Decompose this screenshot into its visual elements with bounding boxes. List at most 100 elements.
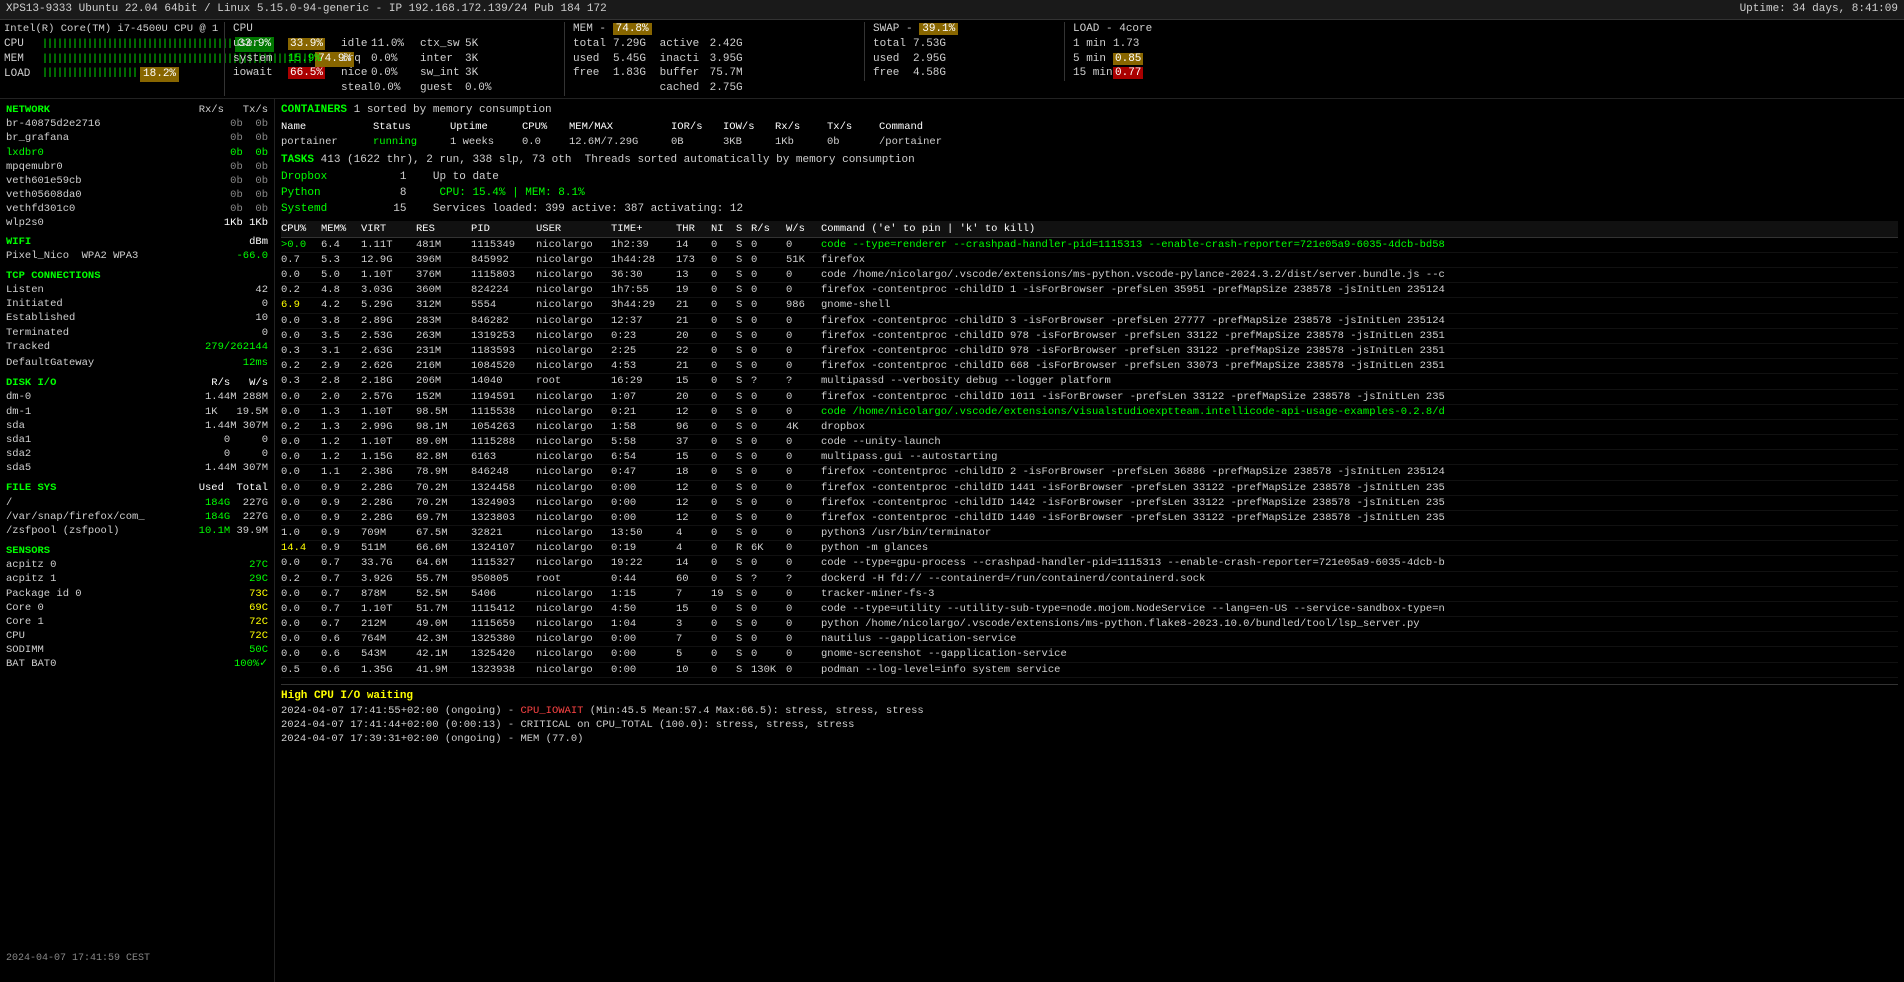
swap-stats-section: SWAP - 39.1% total7.53G used2.95G free4.…	[864, 22, 1064, 81]
process-row-23: 0.0 0.7 878M 52.5M 5406 nicolargo 1:15 7…	[281, 587, 1898, 602]
wifi-title: WIFI	[6, 235, 31, 249]
alerts-section: High CPU I/O waiting 2024-04-07 17:41:55…	[281, 684, 1898, 746]
cpu-info-section: Intel(R) Core(TM) i7-4500U CPU @ 1.80GHz…	[4, 22, 224, 82]
tcp-gateway: DefaultGateway 12ms	[6, 356, 268, 370]
tcp-tracked: Tracked279/262144	[6, 340, 268, 354]
tcp-terminated: Terminated0	[6, 326, 268, 340]
mem-buffer: 75.7M	[710, 67, 743, 79]
process-row-0: >0.0 6.4 1.11T 481M 1115349 nicolargo 1h…	[281, 238, 1898, 253]
containers-section: CONTAINERS 1 sorted by memory consumptio…	[281, 103, 1898, 149]
sensor-core0: Core 069C	[6, 601, 268, 615]
container-row-portainer: portainer running 1 weeks 0.0 12.6M/7.29…	[281, 135, 1898, 149]
cpu-bar: ||||||||||||||||||||||||||||||||||||||	[42, 38, 232, 52]
sensor-sodimm: SODIMM50C	[6, 643, 268, 657]
tasks-title: TASKS	[281, 154, 314, 166]
sensor-pkg0: Package id 073C	[6, 587, 268, 601]
process-row-10: 0.0 2.0 2.57G 152M 1194591 nicolargo 1:0…	[281, 390, 1898, 405]
net-row-5: veth601e59cb0b 0b	[6, 174, 268, 188]
net-row-2: br_grafana0b 0b	[6, 131, 268, 145]
process-row-28: 0.5 0.6 1.35G 41.9M 1323938 nicolargo 0:…	[281, 663, 1898, 678]
load-cores: 4core	[1119, 23, 1152, 35]
sensor-bat: BAT BAT0100%✓	[6, 657, 268, 671]
sensor-acpitz0: acpitz 027C	[6, 558, 268, 572]
tcp-section: TCP CONNECTIONS Listen42 Initiated0 Esta…	[6, 269, 268, 370]
net-row-6: veth05608da00b 0b	[6, 188, 268, 202]
process-row-8: 0.2 2.9 2.62G 216M 1084520 nicolargo 4:5…	[281, 359, 1898, 374]
net-row-4: mpqemubr00b 0b	[6, 160, 268, 174]
cpu-steal: 0.0%	[374, 82, 400, 94]
net-row-8: wlp2s01Kb 1Kb	[6, 216, 268, 230]
net-row-7: vethfd301c00b 0b	[6, 202, 268, 216]
mem-stats-section: MEM - 74.8% total7.29G used5.45G free1.8…	[564, 22, 864, 96]
cpu-ctxsw: 5K	[465, 38, 478, 50]
process-row-18: 0.0 0.9 2.28G 69.7M 1323803 nicolargo 0:…	[281, 511, 1898, 526]
load-1: 1.73	[1113, 38, 1139, 50]
process-row-13: 0.0 1.2 1.10T 89.0M 1115288 nicolargo 5:…	[281, 435, 1898, 450]
process-row-11: 0.0 1.3 1.10T 98.5M 1115538 nicolargo 0:…	[281, 405, 1898, 420]
process-row-19: 1.0 0.9 709M 67.5M 32821 nicolargo 13:50…	[281, 526, 1898, 541]
process-row-16: 0.0 0.9 2.28G 70.2M 1324458 nicolargo 0:…	[281, 481, 1898, 496]
mem-label: MEM	[4, 52, 42, 67]
wifi-row-1: Pixel_Nico WPA2 WPA3 -66.0	[6, 249, 268, 263]
containers-title: CONTAINERS	[281, 104, 347, 116]
disk-title: DISK I/O	[6, 376, 56, 390]
mem-total: 7.29G	[613, 38, 646, 50]
containers-header: CONTAINERS 1 sorted by memory consumptio…	[281, 103, 1898, 118]
process-row-24: 0.0 0.7 1.10T 51.7M 1115412 nicolargo 4:…	[281, 602, 1898, 617]
disk-header: DISK I/O R/s W/s	[6, 376, 268, 390]
alert-1: 2024-04-07 17:41:55+02:00 (ongoing) - CP…	[281, 704, 1898, 718]
mem-used: 5.45G	[613, 53, 646, 65]
swap-used: 2.95G	[913, 53, 946, 65]
right-panel: CONTAINERS 1 sorted by memory consumptio…	[275, 99, 1904, 982]
process-row-3: 0.2 4.8 3.03G 360M 824224 nicolargo 1h7:…	[281, 283, 1898, 298]
tasks-section: TASKS 413 (1622 thr), 2 run, 338 slp, 73…	[281, 153, 1898, 216]
process-rows: >0.0 6.4 1.11T 481M 1115349 nicolargo 1h…	[281, 238, 1898, 678]
filesys-section: FILE SYS Used Total /184G 227G /var/snap…	[6, 481, 268, 538]
top-bar-right: Uptime: 34 days, 8:41:09	[1740, 2, 1898, 17]
sensor-acpitz1: acpitz 129C	[6, 572, 268, 586]
tcp-established: Established10	[6, 311, 268, 325]
process-row-12: 0.2 1.3 2.99G 98.1M 1054263 nicolargo 1:…	[281, 420, 1898, 435]
process-row-15: 0.0 1.1 2.38G 78.9M 846248 nicolargo 0:4…	[281, 465, 1898, 480]
disk-row-dm0: dm-01.44M 288M	[6, 390, 268, 404]
cpu-irq: 0.0%	[371, 53, 397, 65]
swap-total: 7.53G	[913, 38, 946, 50]
filesys-title: FILE SYS	[6, 481, 56, 495]
load-5: 0.85	[1113, 53, 1143, 65]
process-row-22: 0.2 0.7 3.92G 55.7M 950805 root 0:44 60 …	[281, 572, 1898, 587]
cpu-idle: 11.0%	[371, 38, 404, 50]
mem-inactive: 3.95G	[710, 53, 743, 65]
filesys-header: FILE SYS Used Total	[6, 481, 268, 495]
process-row-26: 0.0 0.6 764M 42.3M 1325380 nicolargo 0:0…	[281, 632, 1898, 647]
mem-active: 2.42G	[710, 38, 743, 50]
fs-row-1: /184G 227G	[6, 496, 268, 510]
process-row-6: 0.0 3.5 2.53G 263M 1319253 nicolargo 0:2…	[281, 329, 1898, 344]
process-row-25: 0.0 0.7 212M 49.0M 1115659 nicolargo 1:0…	[281, 617, 1898, 632]
process-row-14: 0.0 1.2 1.15G 82.8M 6163 nicolargo 6:54 …	[281, 450, 1898, 465]
cpu-swint: 3K	[465, 67, 478, 79]
tcp-initiated: Initiated0	[6, 297, 268, 311]
process-row-17: 0.0 0.9 2.28G 70.2M 1324903 nicolargo 0:…	[281, 496, 1898, 511]
mem-cached: 2.75G	[710, 82, 743, 94]
swap-free: 4.58G	[913, 67, 946, 79]
top-bar: XPS13-9333 Ubuntu 22.04 64bit / Linux 5.…	[0, 0, 1904, 20]
wifi-header: WIFI dBm	[6, 235, 268, 249]
process-row-21: 0.0 0.7 33.7G 64.6M 1115327 nicolargo 19…	[281, 556, 1898, 571]
cpu-iowait: 66.5%	[288, 67, 325, 79]
service-dropbox: Dropbox 1 Up to date	[281, 170, 1898, 185]
sensor-core1: Core 172C	[6, 615, 268, 629]
load-bar: |||||||||||||||||||	[42, 67, 137, 81]
net-row-1: br-40875d2e27160b 0b	[6, 117, 268, 131]
process-row-4: 6.9 4.2 5.29G 312M 5554 nicolargo 3h44:2…	[281, 298, 1898, 313]
tcp-listen: Listen42	[6, 283, 268, 297]
cpu-guest: 0.0%	[465, 82, 491, 94]
footer-timestamp: 2024-04-07 17:41:59 CEST	[6, 952, 150, 966]
network-header: NETWORK Rx/s Tx/s	[6, 103, 268, 117]
sensors-section: SENSORS acpitz 027C acpitz 129C Package …	[6, 544, 268, 672]
net-row-3: lxdbr00b 0b	[6, 146, 268, 160]
swap-pct: 39.1%	[919, 23, 958, 35]
sensor-cpu: CPU72C	[6, 629, 268, 643]
disk-section: DISK I/O R/s W/s dm-01.44M 288M dm-11K 1…	[6, 376, 268, 475]
cpu-stats-section: CPU user33.9% system15.9% iowait66.5% id…	[224, 22, 564, 96]
fs-row-3: /zsfpool (zsfpool)10.1M 39.9M	[6, 524, 268, 538]
